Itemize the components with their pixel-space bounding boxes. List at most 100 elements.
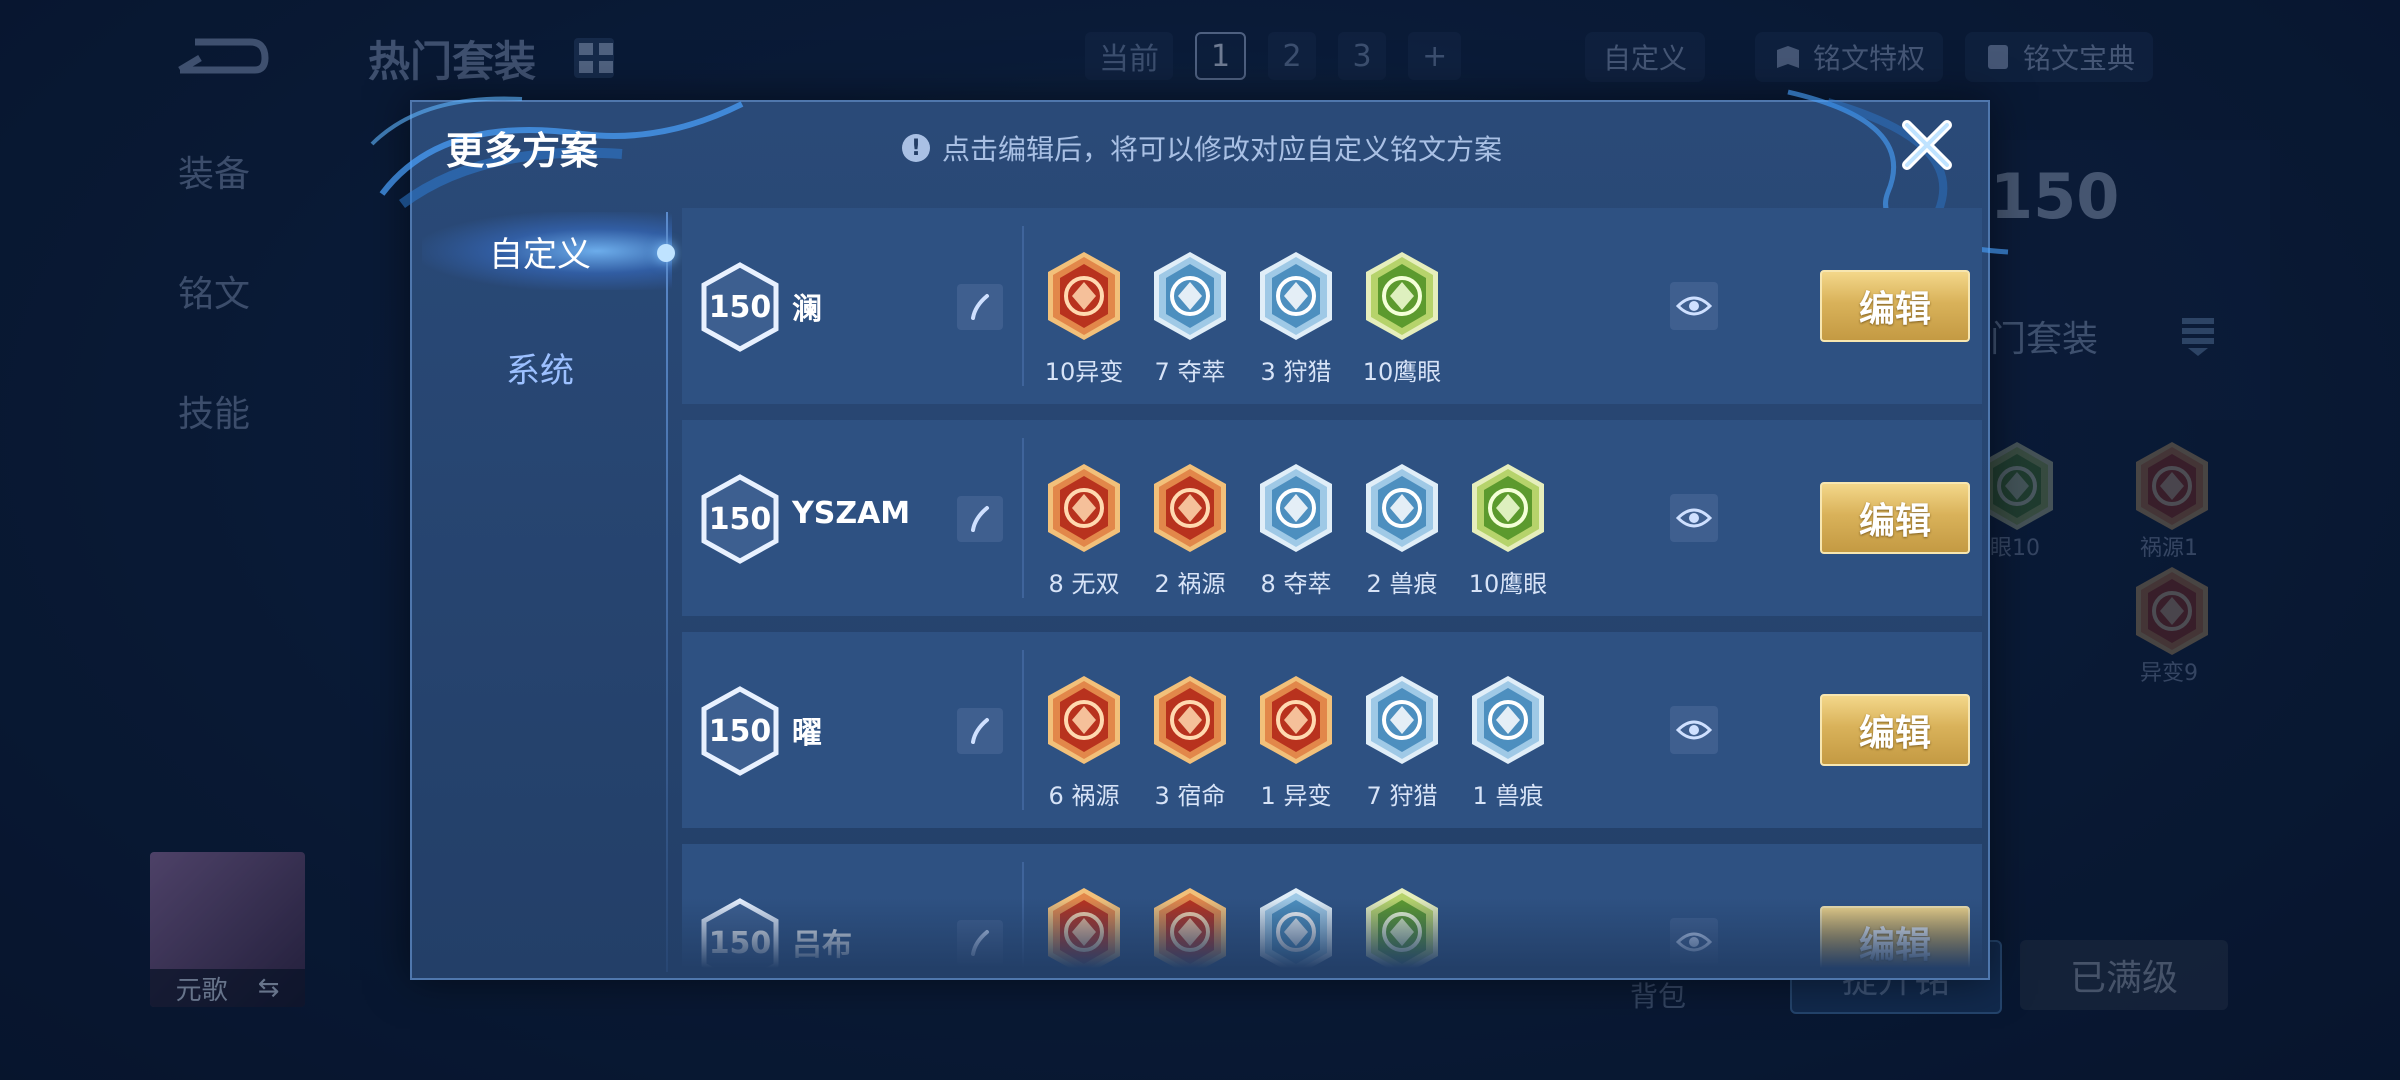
rune-label: 2 兽痕: [1366, 570, 1438, 598]
rune-slot: 1 异变: [1256, 674, 1336, 811]
rune-slot: 7 夺萃: [1150, 250, 1230, 387]
eye-icon: [1676, 932, 1712, 952]
rune-list: 10异变 7 夺萃 3 狩猎 10鹰眼: [1044, 250, 1442, 387]
rune-blue-icon: [1256, 886, 1336, 968]
rune-blue-icon: [1468, 674, 1548, 770]
rune-label: 3 狩猎: [1260, 358, 1332, 386]
pen-icon: [971, 294, 989, 320]
plan-level: 150: [708, 501, 772, 537]
rune-slot: [1362, 886, 1442, 968]
rune-slot: 1 兽痕: [1468, 674, 1548, 811]
plan-level: 150: [708, 925, 772, 961]
rune-blue-icon: [1362, 674, 1442, 770]
rename-button[interactable]: [957, 920, 1003, 966]
hint-text: 点击编辑后，将可以修改对应自定义铭文方案: [942, 133, 1503, 166]
rune-red-icon: [1044, 886, 1124, 968]
rune-blue-icon: [1150, 250, 1230, 346]
rune-label: 10异变: [1044, 358, 1124, 386]
plan-row: 150 澜 10异变 7 夺萃 3 狩猎 10鹰眼 编辑: [682, 208, 1982, 404]
rune-list: [1044, 886, 1442, 968]
close-icon: [1902, 120, 1952, 170]
rune-label: 10鹰眼: [1362, 358, 1442, 386]
pen-icon: [971, 930, 989, 956]
pen-icon: [971, 718, 989, 744]
rune-label: 6 祸源: [1048, 782, 1120, 810]
rune-slot: 10鹰眼: [1468, 462, 1548, 599]
rune-label: 8 无双: [1048, 570, 1120, 598]
rune-label: 1 兽痕: [1472, 782, 1544, 810]
rune-blue-icon: [1362, 462, 1442, 558]
rune-slot: 3 宿命: [1150, 674, 1230, 811]
row-divider: [1022, 438, 1024, 598]
rune-slot: [1150, 886, 1230, 968]
plan-name: 吕布: [792, 928, 852, 963]
plan-list[interactable]: 150 澜 10异变 7 夺萃 3 狩猎 10鹰眼 编辑 150 YSZAM 8…: [682, 208, 1982, 968]
plan-row: 150 吕布 编辑: [682, 844, 1982, 968]
dialog-title: 更多方案: [446, 129, 599, 173]
rune-red-icon: [1044, 250, 1124, 346]
rune-red-icon: [1044, 674, 1124, 770]
rename-button[interactable]: [957, 708, 1003, 754]
dialog-sidebar: 自定义 系统: [412, 192, 675, 980]
rune-red-icon: [1150, 462, 1230, 558]
rune-label: 2 祸源: [1154, 570, 1226, 598]
rune-slot: 2 兽痕: [1362, 462, 1442, 599]
pen-icon: [971, 506, 989, 532]
eye-icon: [1676, 720, 1712, 740]
preview-button[interactable]: [1670, 494, 1718, 542]
rune-blue-icon: [1256, 250, 1336, 346]
tab-custom[interactable]: 自定义: [412, 206, 668, 296]
edit-button[interactable]: 编辑: [1820, 270, 1970, 342]
rune-slot: 8 无双: [1044, 462, 1124, 599]
dialog-header: 更多方案 ! 点击编辑后，将可以修改对应自定义铭文方案: [412, 102, 1988, 192]
plan-level: 150: [708, 713, 772, 749]
row-divider: [1022, 226, 1024, 386]
plan-name: 澜: [792, 292, 822, 327]
rune-slot: 10鹰眼: [1362, 250, 1442, 387]
rune-label: 7 狩猎: [1366, 782, 1438, 810]
rune-slot: 6 祸源: [1044, 674, 1124, 811]
rune-label: 1 异变: [1260, 782, 1332, 810]
edit-button[interactable]: 编辑: [1820, 906, 1970, 968]
rune-label: 3 宿命: [1154, 782, 1226, 810]
preview-button[interactable]: [1670, 706, 1718, 754]
preview-button[interactable]: [1670, 918, 1718, 966]
rune-slot: 10异变: [1044, 250, 1124, 387]
rune-red-icon: [1150, 886, 1230, 968]
plan-row: 150 YSZAM 8 无双 2 祸源 8 夺萃 2 兽痕 10鹰眼 编辑: [682, 420, 1982, 616]
rune-green-icon: [1362, 886, 1442, 968]
rune-red-icon: [1256, 674, 1336, 770]
rename-button[interactable]: [957, 284, 1003, 330]
eye-icon: [1676, 508, 1712, 528]
rune-red-icon: [1150, 674, 1230, 770]
rune-list: 6 祸源 3 宿命 1 异变 7 狩猎 1 兽痕: [1044, 674, 1548, 811]
rune-slot: [1044, 886, 1124, 968]
eye-icon: [1676, 296, 1712, 316]
rune-slot: 8 夺萃: [1256, 462, 1336, 599]
close-button[interactable]: [1894, 112, 1960, 178]
rune-green-icon: [1362, 250, 1442, 346]
tab-system[interactable]: 系统: [412, 322, 668, 412]
edit-button[interactable]: 编辑: [1820, 482, 1970, 554]
info-icon: !: [902, 134, 930, 162]
rune-blue-icon: [1256, 462, 1336, 558]
rune-label: 10鹰眼: [1468, 570, 1548, 598]
rune-slot: 7 狩猎: [1362, 674, 1442, 811]
plan-name: 曜: [792, 716, 822, 751]
plan-row: 150 曜 6 祸源 3 宿命 1 异变 7 狩猎 1 兽痕 编辑: [682, 632, 1982, 828]
rune-slot: 3 狩猎: [1256, 250, 1336, 387]
dialog-hint: ! 点击编辑后，将可以修改对应自定义铭文方案: [902, 128, 1502, 168]
preview-button[interactable]: [1670, 282, 1718, 330]
edit-button[interactable]: 编辑: [1820, 694, 1970, 766]
row-divider: [1022, 650, 1024, 810]
rune-slot: 2 祸源: [1150, 462, 1230, 599]
rename-button[interactable]: [957, 496, 1003, 542]
rune-green-icon: [1468, 462, 1548, 558]
plan-name: YSZAM: [792, 496, 911, 531]
plan-level: 150: [708, 289, 772, 325]
rune-label: 8 夺萃: [1260, 570, 1332, 598]
rune-slot: [1256, 886, 1336, 968]
row-divider: [1022, 862, 1024, 968]
rune-label: 7 夺萃: [1154, 358, 1226, 386]
more-plans-dialog: 更多方案 ! 点击编辑后，将可以修改对应自定义铭文方案 自定义 系统 150 澜: [370, 89, 2009, 980]
